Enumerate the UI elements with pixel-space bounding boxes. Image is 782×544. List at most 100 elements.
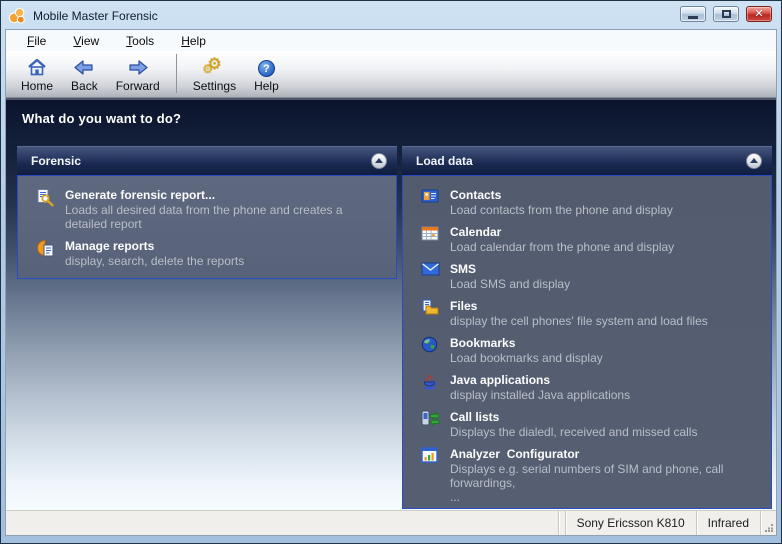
close-icon: ✕ [754,9,763,20]
task-description: Displays the dialedl, received and misse… [450,425,761,439]
task-title: Files [450,299,761,314]
java-icon [421,373,440,402]
menu-view[interactable]: View [64,32,108,50]
page-title: What do you want to do? [6,100,776,126]
task-title: Java applications [450,373,761,388]
load-data-panel: Load data [402,146,772,509]
task-manage-reports[interactable]: Manage reports display, search, delete t… [36,239,386,268]
forward-button[interactable]: Forward [107,51,169,97]
toolbar-separator [176,54,177,93]
back-button[interactable]: Back [62,51,107,97]
menu-help[interactable]: Help [172,32,215,50]
task-analyzer-configurator[interactable]: Analyzer Configurator Displays e.g. seri… [421,447,761,504]
home-icon [26,55,48,77]
status-bar: Sony Ericsson K810 Infrared [6,510,776,535]
menu-tools[interactable]: Tools [117,32,163,50]
forensic-panel-body: Generate forensic report... Loads all de… [17,175,397,279]
help-button[interactable]: ? Help [245,51,288,97]
forward-arrow-icon [127,55,149,77]
task-description: Load contacts from the phone and display [450,203,761,217]
task-text: Generate forensic report... Loads all de… [65,188,386,231]
task-title: Contacts [450,188,761,203]
task-call-lists[interactable]: Call lists Displays the dialedl, receive… [421,410,761,439]
collapse-button[interactable] [746,153,762,169]
back-arrow-icon [73,55,95,77]
task-title: Analyzer Configurator [450,447,761,462]
task-title: Bookmarks [450,336,761,351]
client-area: File View Tools Help Home [5,29,777,536]
minimize-button[interactable] [680,6,706,22]
task-bookmarks[interactable]: Bookmarks Load bookmarks and display [421,336,761,365]
task-files[interactable]: Files display the cell phones' file syst… [421,299,761,328]
task-title: Manage reports [65,239,386,254]
bookmarks-icon [421,336,440,365]
task-description: display the cell phones' file system and… [450,314,761,328]
chevron-up-icon [750,158,758,163]
load-data-panel-title: Load data [416,154,746,168]
back-label: Back [71,79,98,93]
task-description: Displays e.g. serial numbers of SIM and … [450,462,761,504]
toolbar: Home Back Forward [6,51,776,98]
task-text: Calendar Load calendar from the phone an… [450,225,761,254]
maximize-icon [722,10,731,18]
app-logo-icon [8,7,26,25]
task-text: Contacts Load contacts from the phone an… [450,188,761,217]
task-text: Manage reports display, search, delete t… [65,239,386,268]
task-sms[interactable]: SMS Load SMS and display [421,262,761,291]
title-bar[interactable]: Mobile Master Forensic [8,4,661,27]
load-data-panel-body: Contacts Load contacts from the phone an… [402,175,772,509]
chevron-up-icon [375,158,383,163]
task-text: Call lists Displays the dialedl, receive… [450,410,761,439]
help-label: Help [254,79,279,93]
resize-grip[interactable] [760,511,776,535]
task-calendar[interactable]: Calendar Load calendar from the phone an… [421,225,761,254]
task-text: Files display the cell phones' file syst… [450,299,761,328]
task-java-applications[interactable]: Java applications display installed Java… [421,373,761,402]
status-fill [6,511,558,535]
load-data-panel-header[interactable]: Load data [402,146,772,175]
sms-icon [421,262,440,291]
menu-file[interactable]: File [18,32,55,50]
task-text: Analyzer Configurator Displays e.g. seri… [450,447,761,504]
status-empty-cell [558,511,565,535]
task-description: Load bookmarks and display [450,351,761,365]
window-controls: ✕ [680,6,772,22]
analyzer-icon [421,447,440,504]
close-button[interactable]: ✕ [746,6,772,22]
minimize-icon [688,16,698,19]
forensic-panel: Forensic [17,146,397,279]
app-window: Mobile Master Forensic ✕ File View Tools… [0,0,782,544]
forward-label: Forward [116,79,160,93]
task-text: Java applications display installed Java… [450,373,761,402]
task-description: Load SMS and display [450,277,761,291]
maximize-button[interactable] [713,6,739,22]
task-title: SMS [450,262,761,277]
window-title: Mobile Master Forensic [33,9,158,23]
task-description: display, search, delete the reports [65,254,386,268]
forensic-panel-header[interactable]: Forensic [17,146,397,175]
task-description: display installed Java applications [450,388,761,402]
collapse-button[interactable] [371,153,387,169]
task-title: Calendar [450,225,761,240]
menu-bar: File View Tools Help [6,30,776,51]
settings-label: Settings [193,79,236,93]
task-contacts[interactable]: Contacts Load contacts from the phone an… [421,188,761,217]
task-description: Loads all desired data from the phone an… [65,203,386,231]
home-button[interactable]: Home [12,51,62,97]
calendar-icon [421,225,440,254]
task-title: Generate forensic report... [65,188,386,203]
task-text: SMS Load SMS and display [450,262,761,291]
main-area: What do you want to do? Forensic [6,98,776,510]
home-label: Home [21,79,53,93]
task-generate-forensic-report[interactable]: Generate forensic report... Loads all de… [36,188,386,231]
gears-icon: ⚙⚙ [203,55,225,77]
task-text: Bookmarks Load bookmarks and display [450,336,761,365]
forensic-panel-title: Forensic [31,154,371,168]
contacts-icon [421,188,440,217]
manage-reports-icon [36,239,55,268]
status-connection: Infrared [696,511,760,535]
status-device: Sony Ericsson K810 [565,511,696,535]
settings-button[interactable]: ⚙⚙ Settings [184,51,245,97]
call-lists-icon [421,410,440,439]
task-description: Load calendar from the phone and display [450,240,761,254]
